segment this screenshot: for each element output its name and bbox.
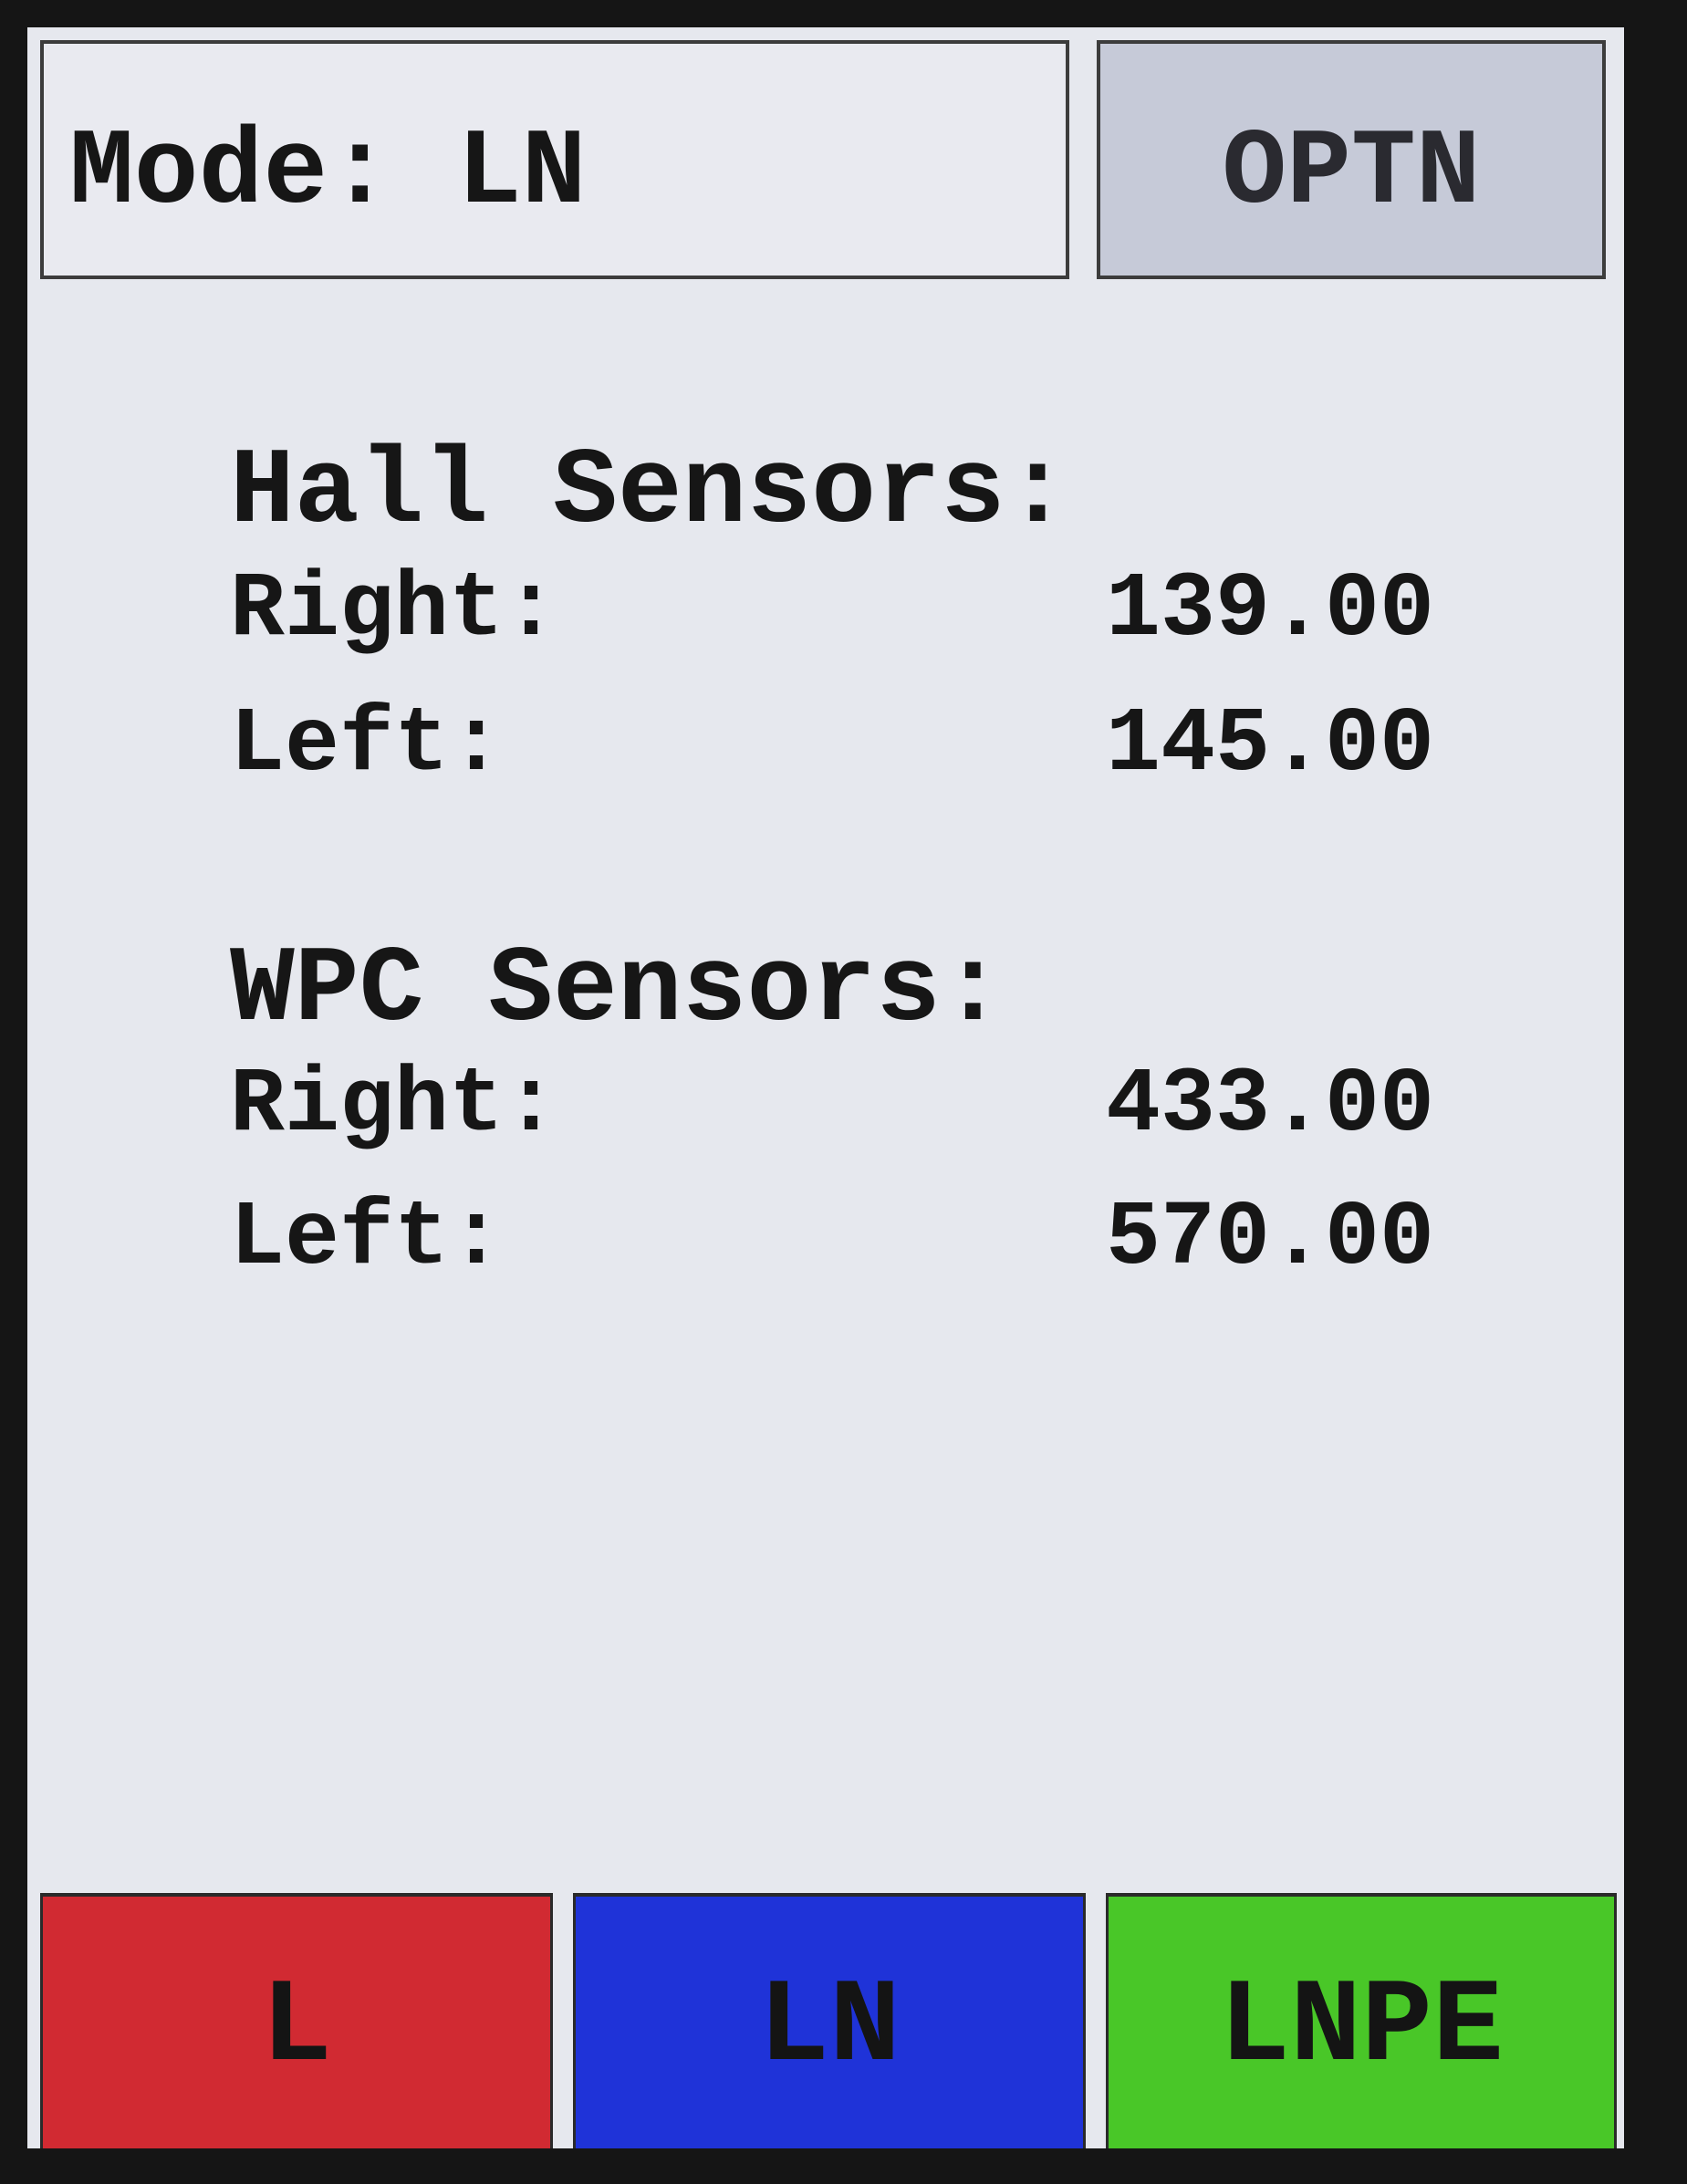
mode-ln-button[interactable]: LN [573, 1893, 1086, 2148]
mode-label: Mode: LN [69, 113, 587, 234]
wpc-left-value: 570.00 [1105, 1188, 1434, 1291]
hall-right-value: 139.00 [1105, 559, 1434, 662]
mode-l-button-label: L [260, 1961, 332, 2096]
mode-l-button[interactable]: L [40, 1893, 553, 2148]
hall-right-row: Right: 139.00 [230, 566, 1434, 657]
mode-lnpe-button-label: LNPE [1218, 1961, 1505, 2096]
wpc-left-label: Left: [230, 1188, 505, 1291]
hall-sensors-heading: Hall Sensors: [230, 432, 1070, 554]
wpc-left-row: Left: 570.00 [230, 1194, 1434, 1285]
wpc-right-label: Right: [230, 1055, 559, 1158]
hall-left-row: Left: 145.00 [230, 701, 1434, 792]
touch-screen: Mode: LN OPTN Hall Sensors: Right: 139.0… [27, 27, 1624, 2148]
mode-ln-button-label: LN [757, 1961, 901, 2096]
hall-right-label: Right: [230, 559, 559, 662]
hall-left-label: Left: [230, 694, 505, 797]
hall-left-value: 145.00 [1105, 694, 1434, 797]
wpc-right-value: 433.00 [1105, 1055, 1434, 1158]
options-button[interactable]: OPTN [1097, 40, 1606, 279]
options-button-label: OPTN [1222, 113, 1481, 234]
wpc-sensors-heading: WPC Sensors: [230, 931, 1005, 1052]
mode-lnpe-button[interactable]: LNPE [1106, 1893, 1617, 2148]
wpc-right-row: Right: 433.00 [230, 1061, 1434, 1152]
mode-display: Mode: LN [40, 40, 1069, 279]
device-bezel: Mode: LN OPTN Hall Sensors: Right: 139.0… [0, 0, 1687, 2184]
